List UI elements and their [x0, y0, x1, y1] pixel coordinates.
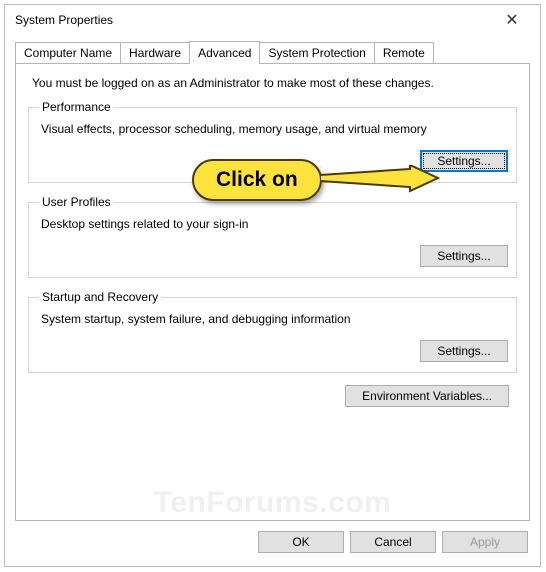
tab-hardware[interactable]: Hardware — [120, 42, 190, 63]
startup-settings-button[interactable]: Settings... — [420, 340, 508, 362]
group-startup-legend: Startup and Recovery — [39, 290, 161, 304]
group-startup-desc: System startup, system failure, and debu… — [41, 312, 508, 326]
dialog-footer: OK Cancel Apply — [5, 521, 540, 553]
group-performance-legend: Performance — [39, 100, 114, 114]
tab-computer-name[interactable]: Computer Name — [15, 42, 121, 63]
group-startup-recovery: Startup and Recovery System startup, sys… — [28, 290, 517, 373]
ok-button[interactable]: OK — [258, 531, 344, 553]
cancel-button[interactable]: Cancel — [350, 531, 436, 553]
group-performance-desc: Visual effects, processor scheduling, me… — [41, 122, 508, 136]
tab-panel-advanced: You must be logged on as an Administrato… — [15, 63, 530, 521]
tab-remote[interactable]: Remote — [374, 42, 434, 63]
titlebar: System Properties ✕ — [5, 5, 540, 35]
system-properties-window: System Properties ✕ Computer Name Hardwa… — [4, 4, 541, 567]
user-profiles-settings-button[interactable]: Settings... — [420, 245, 508, 267]
window-title: System Properties — [15, 13, 113, 27]
tab-system-protection[interactable]: System Protection — [259, 42, 374, 63]
close-icon[interactable]: ✕ — [492, 10, 532, 30]
group-user-profiles: User Profiles Desktop settings related t… — [28, 195, 517, 278]
group-performance: Performance Visual effects, processor sc… — [28, 100, 517, 183]
environment-variables-button[interactable]: Environment Variables... — [345, 385, 509, 407]
admin-notice: You must be logged on as an Administrato… — [32, 76, 517, 90]
group-user-profiles-legend: User Profiles — [39, 195, 114, 209]
apply-button[interactable]: Apply — [442, 531, 528, 553]
tab-advanced[interactable]: Advanced — [189, 41, 260, 64]
tab-strip: Computer Name Hardware Advanced System P… — [5, 35, 540, 63]
performance-settings-button[interactable]: Settings... — [420, 150, 508, 172]
group-user-profiles-desc: Desktop settings related to your sign-in — [41, 217, 508, 231]
